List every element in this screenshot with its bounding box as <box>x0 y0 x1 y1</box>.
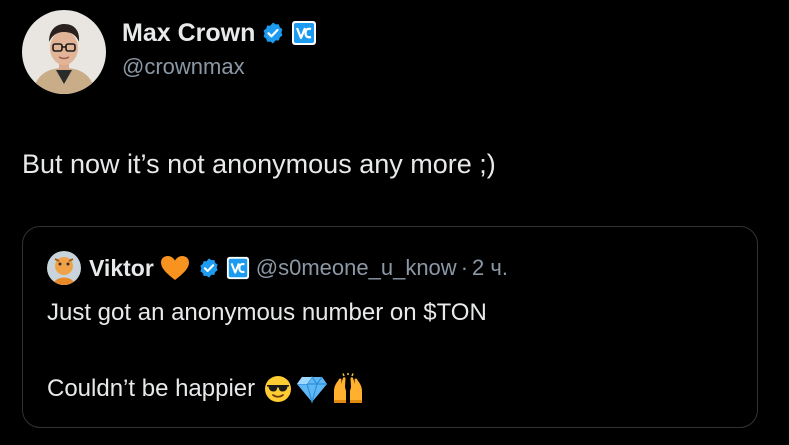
author-name-row: Max Crown <box>122 18 317 48</box>
quoted-text-line-2-row: Couldn’t be happier <box>47 373 365 405</box>
quoted-timestamp[interactable]: 2 ч. <box>472 255 508 281</box>
tweet-header: Max Crown @crownmax <box>22 10 317 94</box>
profile-photo-icon <box>22 10 106 94</box>
meta-separator: · <box>460 255 469 280</box>
orange-heart-icon <box>160 255 190 281</box>
quoted-avatar-icon <box>47 251 81 285</box>
quoted-tweet-header: Viktor @s0meone_u_know · 2 ч. <box>47 251 508 285</box>
quoted-text-line-2: Couldn’t be happier <box>47 375 256 402</box>
emoji-row <box>263 373 365 405</box>
quoted-author-avatar[interactable] <box>47 251 81 285</box>
quoted-vc-badge-icon <box>226 256 250 280</box>
raised-hands-emoji-icon <box>334 373 363 403</box>
sunglasses-emoji-icon <box>265 376 292 402</box>
quoted-author-handle[interactable]: @s0meone_u_know <box>256 255 457 281</box>
author-display-name[interactable]: Max Crown <box>122 18 255 48</box>
author-avatar[interactable] <box>22 10 106 94</box>
quoted-tweet-card[interactable]: Viktor @s0meone_u_know · 2 ч. Just got a… <box>22 226 758 428</box>
quoted-author-name[interactable]: Viktor <box>89 255 154 282</box>
vc-badge-icon <box>291 20 317 46</box>
gem-emoji-icon <box>297 375 328 403</box>
quoted-verified-check-icon <box>198 257 220 279</box>
author-handle[interactable]: @crownmax <box>122 54 317 80</box>
tweet-text: But now it’s not anonymous any more ;) <box>22 149 496 179</box>
author-names: Max Crown @crownmax <box>122 18 317 86</box>
quoted-text-line-1: Just got an anonymous number on $TON <box>47 299 487 326</box>
verified-check-icon <box>261 21 285 45</box>
